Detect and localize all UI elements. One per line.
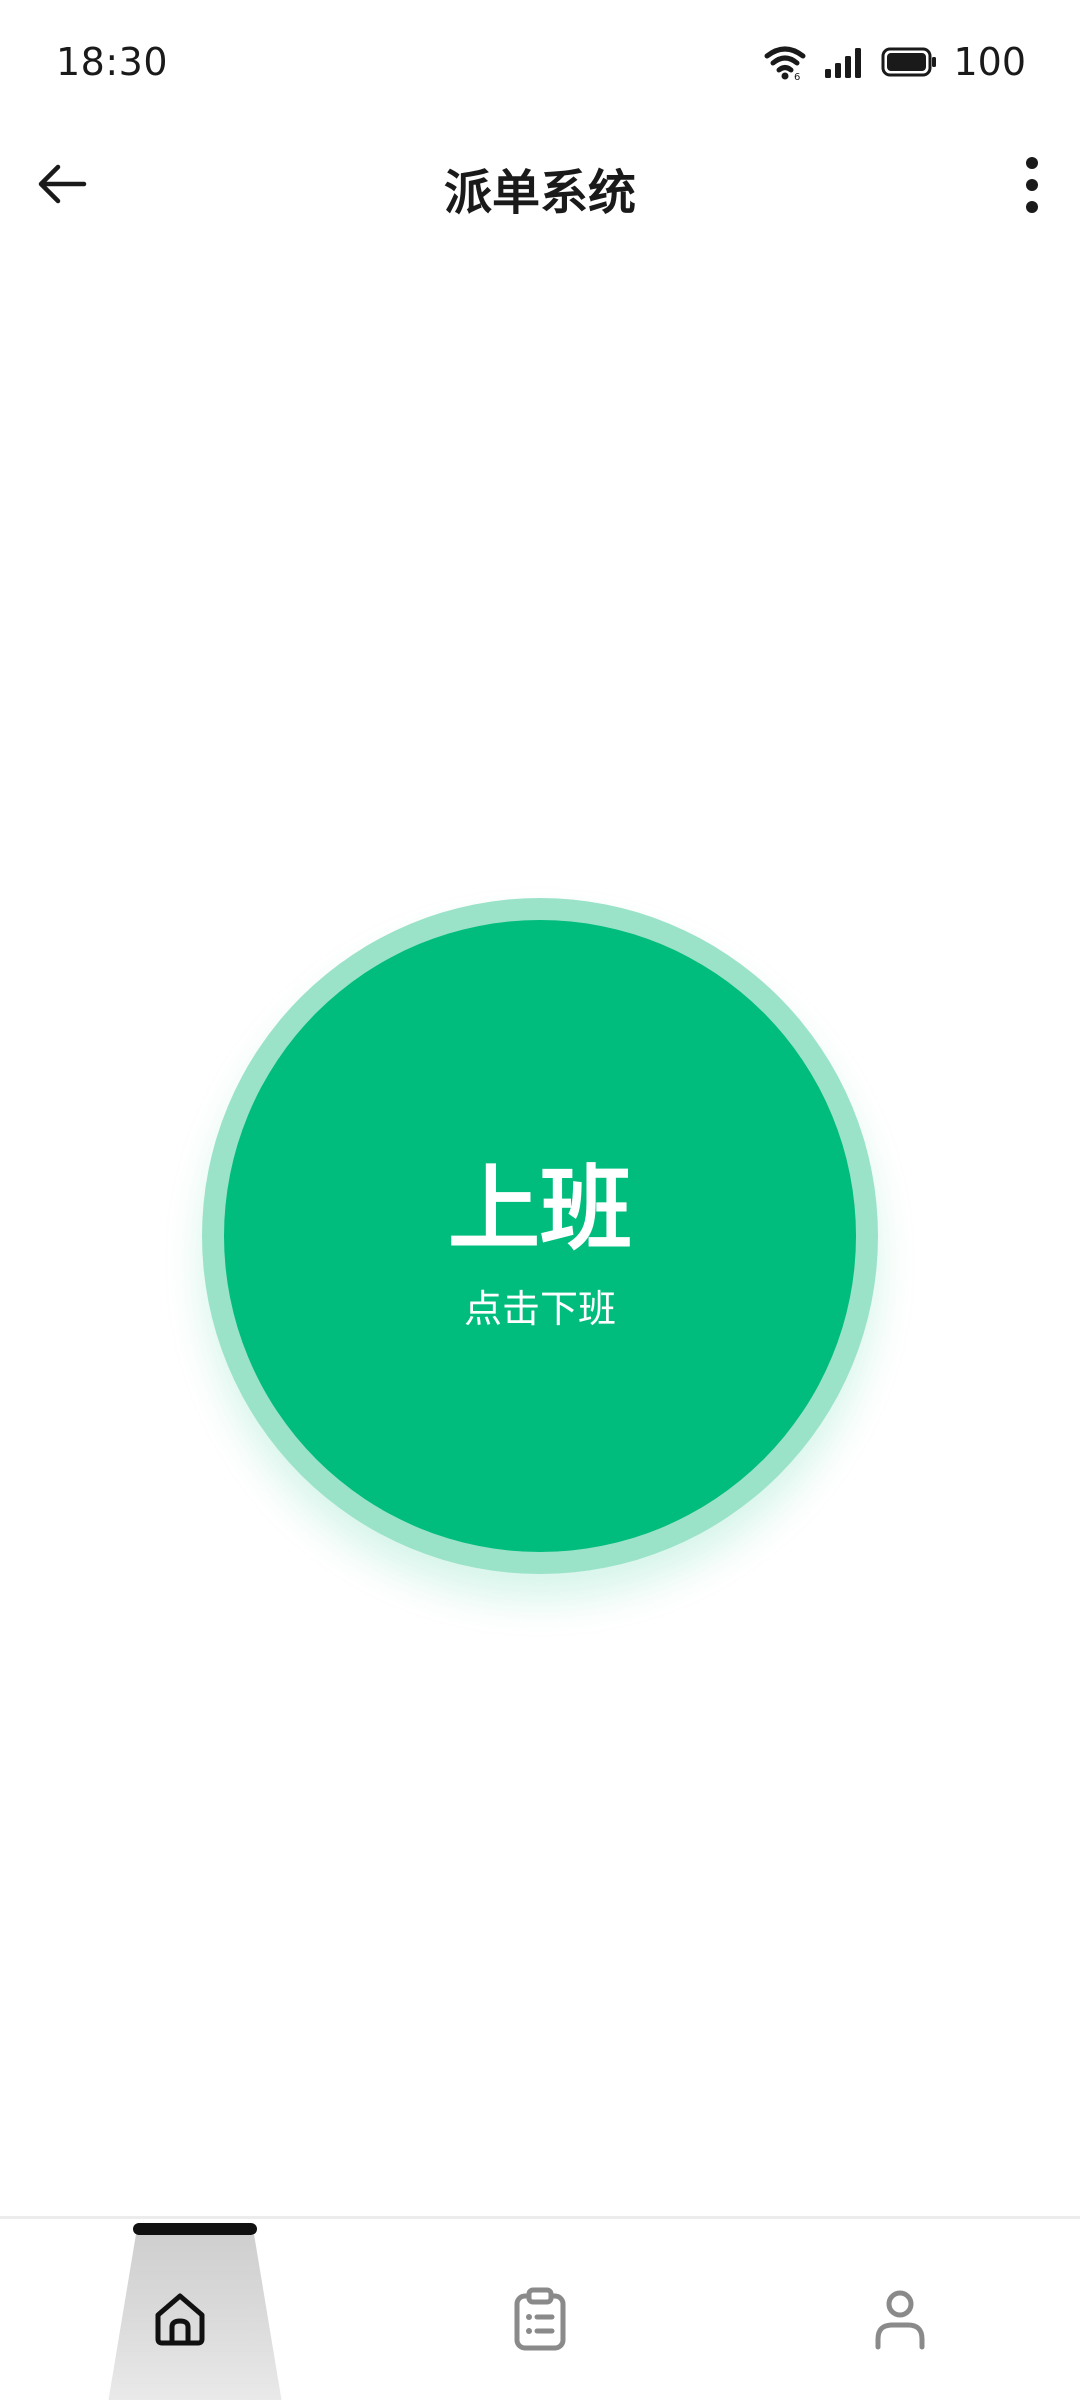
page-title: 派单系统 [443,165,636,221]
dispatch-home-screen: 18:30 6 100 派单系统 上班 点击下班 [0,0,1080,2400]
home-icon [146,2285,214,2353]
nav-item-orders[interactable] [360,2219,720,2400]
app-bar: 派单系统 [0,125,1080,245]
status-bar: 18:30 6 100 [0,0,1080,125]
status-icons: 6 100 [763,40,1026,84]
signal-icon [823,45,865,79]
more-options-button[interactable] [1002,147,1062,227]
wifi-icon: 6 [763,44,807,80]
battery-icon [881,46,937,78]
active-tab-indicator [133,2223,257,2235]
clipboard-list-icon [506,2285,574,2353]
battery-level: 100 [953,40,1026,84]
more-vertical-icon [1024,155,1040,219]
status-time: 18:30 [56,40,169,84]
bottom-navigation [0,2216,1080,2400]
clock-hint-label: 点击下班 [463,1287,616,1331]
user-icon [866,2285,934,2353]
clock-button-ring: 上班 点击下班 [202,898,878,1574]
svg-text:6: 6 [794,72,800,80]
work-status-label: 上班 [447,1156,632,1263]
clock-out-button[interactable]: 上班 点击下班 [224,920,856,1552]
nav-item-profile[interactable] [720,2219,1080,2400]
nav-item-home[interactable] [0,2219,360,2400]
